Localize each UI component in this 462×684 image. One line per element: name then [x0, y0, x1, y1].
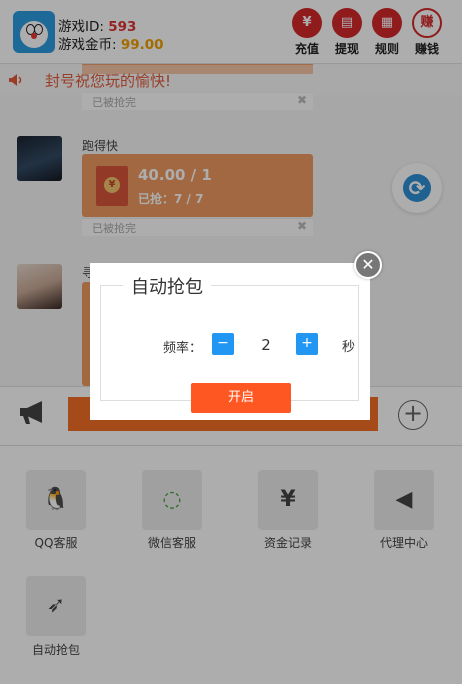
- frequency-value: 2: [261, 336, 271, 354]
- dialog-title: 自动抢包: [123, 273, 211, 299]
- frequency-increase-button[interactable]: +: [296, 333, 318, 355]
- close-dialog-button[interactable]: ✕: [354, 251, 382, 279]
- auto-grab-dialog: 频率： − 2 + 秒 开启 自动抢包: [90, 263, 370, 420]
- start-auto-grab-button[interactable]: 开启: [191, 383, 291, 413]
- auto-grab-fieldset: 频率： − 2 + 秒 开启: [100, 285, 359, 413]
- frequency-label: 频率：: [163, 341, 203, 356]
- frequency-decrease-button[interactable]: −: [212, 333, 234, 355]
- seconds-unit-label: 秒: [342, 340, 356, 355]
